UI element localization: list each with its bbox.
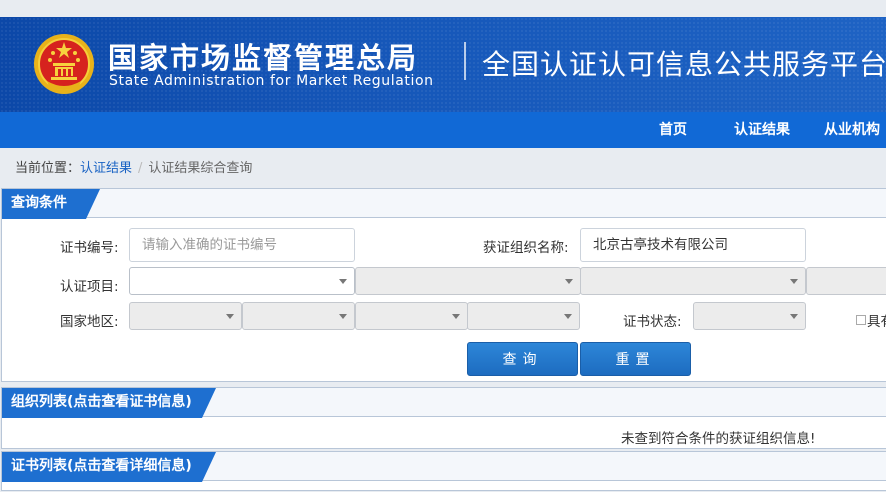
nav-item-institutions[interactable]: 从业机构 xyxy=(824,112,880,148)
breadcrumb-separator: / xyxy=(138,161,143,176)
cert-list-title: 证书列表(点击查看详细信息) xyxy=(11,458,192,474)
has-checkbox-label: 具有 xyxy=(867,314,886,330)
top-strip xyxy=(0,0,886,17)
chevron-down-icon xyxy=(564,314,572,319)
agency-name-en: State Administration for Market Regulati… xyxy=(109,73,434,89)
cert-no-label: 证书编号: xyxy=(60,240,119,256)
nav-item-home[interactable]: 首页 xyxy=(659,112,687,148)
cert-no-input[interactable]: 请输入准确的证书编号 xyxy=(129,228,355,262)
query-panel: 查询条件 证书编号: 请输入准确的证书编号 获证组织名称: 北京古亭技术有限公司… xyxy=(1,188,886,382)
agency-name-cn: 国家市场监督管理总局 xyxy=(108,41,419,75)
chevron-down-icon xyxy=(339,314,347,319)
cert-list-header: 证书列表(点击查看详细信息) xyxy=(2,452,886,482)
nav-item-cert-results[interactable]: 认证结果 xyxy=(734,112,790,148)
breadcrumb: 当前位置：认证结果 / 认证结果综合查询 xyxy=(15,157,252,176)
query-panel-header: 查询条件 xyxy=(2,189,886,219)
region-select-4[interactable] xyxy=(467,302,580,330)
platform-title: 全国认证认可信息公共服务平台 xyxy=(482,48,886,81)
chevron-down-icon xyxy=(565,279,573,284)
header-divider xyxy=(464,42,466,80)
project-select-2[interactable] xyxy=(355,267,581,295)
chevron-down-icon xyxy=(452,314,460,319)
national-emblem-icon xyxy=(34,34,94,94)
org-list-panel: 组织列表(点击查看证书信息) 未查到符合条件的获证组织信息! xyxy=(1,387,886,449)
search-button[interactable]: 查询 xyxy=(467,342,578,376)
query-panel-title: 查询条件 xyxy=(11,195,67,211)
region-select-3[interactable] xyxy=(355,302,468,330)
status-select[interactable] xyxy=(693,302,806,330)
chevron-down-icon xyxy=(226,314,234,319)
cert-list-panel: 证书列表(点击查看详细信息) xyxy=(1,451,886,491)
breadcrumb-prefix: 当前位置： xyxy=(15,161,81,176)
project-select-3[interactable] xyxy=(580,267,806,295)
chevron-down-icon xyxy=(339,279,347,284)
site-header: 国家市场监督管理总局 State Administration for Mark… xyxy=(0,17,886,112)
empty-message: 未查到符合条件的获证组织信息! xyxy=(621,431,816,447)
reset-button[interactable]: 重置 xyxy=(580,342,691,376)
breadcrumb-current: 认证结果综合查询 xyxy=(148,161,253,176)
org-name-input[interactable]: 北京古亭技术有限公司 xyxy=(580,228,806,262)
region-label: 国家地区: xyxy=(60,314,119,330)
has-checkbox[interactable] xyxy=(856,315,866,325)
chevron-down-icon xyxy=(790,314,798,319)
breadcrumb-link[interactable]: 认证结果 xyxy=(80,161,132,176)
project-label: 认证项目: xyxy=(60,279,119,295)
main-nav: 首页 认证结果 从业机构 xyxy=(0,112,886,148)
status-label: 证书状态: xyxy=(623,314,682,330)
org-list-title: 组织列表(点击查看证书信息) xyxy=(11,394,192,410)
org-name-label: 获证组织名称: xyxy=(483,240,569,256)
region-select-1[interactable] xyxy=(129,302,242,330)
org-list-header: 组织列表(点击查看证书信息) xyxy=(2,388,886,418)
project-select-4[interactable] xyxy=(806,267,886,295)
project-select-1[interactable] xyxy=(129,267,355,295)
chevron-down-icon xyxy=(790,279,798,284)
region-select-2[interactable] xyxy=(242,302,355,330)
